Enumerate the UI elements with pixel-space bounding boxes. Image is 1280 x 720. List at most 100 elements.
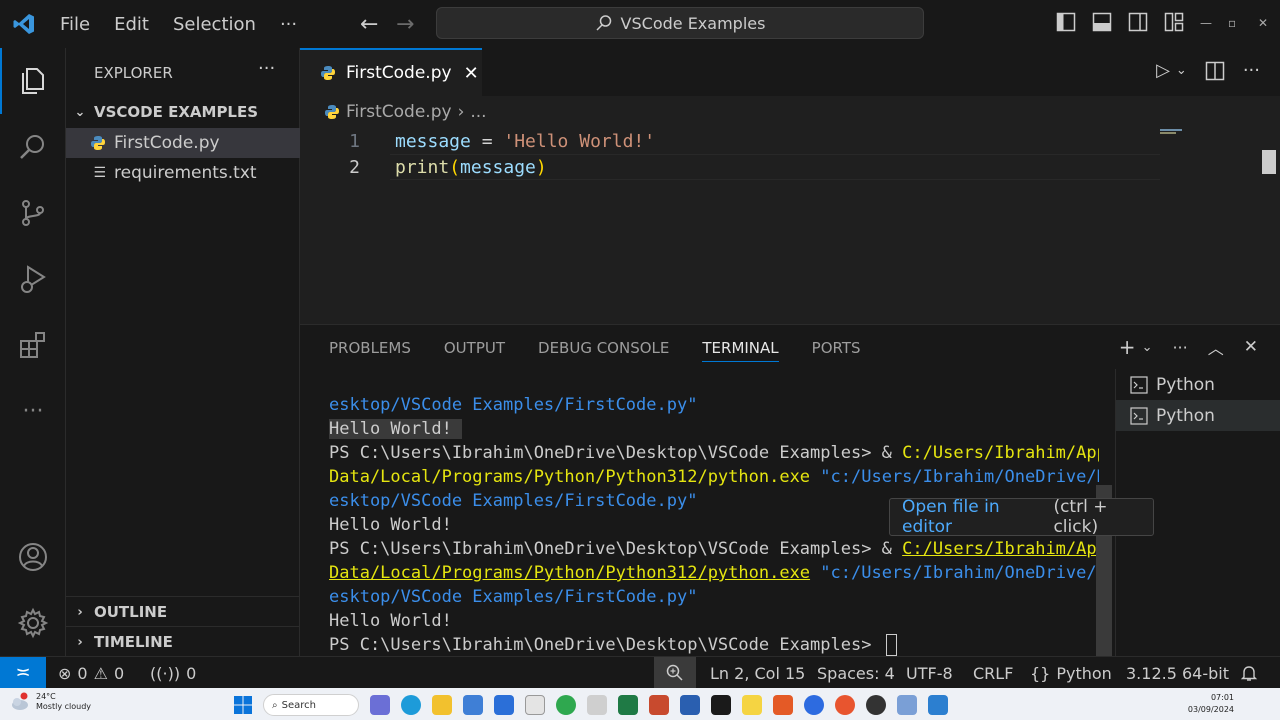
app-icon[interactable]	[866, 695, 886, 715]
line-text[interactable]: message = 'Hello World!'	[395, 131, 655, 152]
app-icon[interactable]	[587, 695, 607, 715]
zoom-app-icon[interactable]	[804, 695, 824, 715]
teams-icon[interactable]	[370, 695, 390, 715]
chevron-down-icon[interactable]: ⌄	[1142, 340, 1153, 355]
brave-icon[interactable]	[773, 695, 793, 715]
close-window-icon[interactable]: ✕	[1258, 16, 1268, 30]
editor-more-icon[interactable]: ···	[1243, 60, 1260, 81]
cursor-position[interactable]: Ln 2, Col 15	[710, 657, 805, 689]
tab-problems[interactable]: PROBLEMS	[329, 339, 411, 362]
maximize-panel-icon[interactable]: ︿	[1208, 335, 1224, 359]
tab-firstcode[interactable]: FirstCode.py ✕	[300, 48, 482, 96]
breadcrumb-file[interactable]: FirstCode.py	[346, 102, 452, 122]
excel-icon[interactable]	[618, 695, 638, 715]
tab-debug-console[interactable]: DEBUG CONSOLE	[538, 339, 669, 362]
code-line[interactable]: 2 print(message)	[300, 154, 1200, 180]
notifications-bell-icon[interactable]	[1240, 657, 1258, 689]
system-clock[interactable]: 07:01 03/09/2024	[1188, 692, 1234, 716]
panel-more-icon[interactable]: ···	[1172, 338, 1187, 357]
search-icon[interactable]	[0, 114, 66, 180]
minimize-icon[interactable]: —	[1200, 16, 1212, 30]
windows-start-icon[interactable]	[234, 696, 252, 714]
terminal-item[interactable]: Python	[1116, 400, 1280, 431]
ports-status[interactable]: ((·)) 0	[150, 657, 196, 689]
indentation[interactable]: Spaces: 4	[817, 657, 895, 689]
maximize-icon[interactable]: ▫	[1228, 16, 1236, 30]
weather-widget[interactable]: 24°C Mostly cloudy	[8, 691, 91, 713]
code-token: )	[535, 156, 547, 178]
problems-status[interactable]: ⊗ 0 ⚠ 0	[58, 657, 124, 689]
close-panel-icon[interactable]: ✕	[1244, 337, 1258, 357]
outline-header[interactable]: › OUTLINE	[66, 597, 300, 627]
tab-output[interactable]: OUTPUT	[444, 339, 505, 362]
vscode-taskbar-icon[interactable]	[928, 695, 948, 715]
menu-edit[interactable]: Edit	[102, 14, 161, 35]
file-item-requirements[interactable]: ☰ requirements.txt	[66, 158, 300, 188]
terminal-text[interactable]: "c:/Users/Ibrahim/OneDrive/D	[820, 563, 1099, 583]
extensions-icon[interactable]	[0, 312, 66, 378]
terminal-text[interactable]: C:/Users/Ibrahim/App	[902, 443, 1099, 463]
close-icon[interactable]: ✕	[464, 63, 479, 84]
source-control-icon[interactable]	[0, 180, 66, 246]
forward-arrow-icon[interactable]: →	[396, 12, 414, 37]
app-icon[interactable]	[897, 695, 917, 715]
explorer-more-button[interactable]: ···	[258, 58, 275, 79]
edge-icon[interactable]	[401, 695, 421, 715]
accounts-icon[interactable]	[0, 524, 66, 590]
toggle-secondary-sidebar-icon[interactable]	[1128, 12, 1148, 32]
breadcrumb-symbols[interactable]: ...	[470, 102, 486, 122]
tab-ports[interactable]: PORTS	[812, 339, 861, 362]
tooltip-link[interactable]: Open file in editor	[902, 497, 1048, 537]
terminal-item[interactable]: Python	[1116, 369, 1280, 400]
split-editor-icon[interactable]	[1205, 61, 1225, 81]
terminal-text[interactable]: C:/Users/Ibrahim/App	[902, 539, 1099, 559]
editor-scrollbar-thumb[interactable]	[1262, 150, 1276, 174]
terminal-text[interactable]: Data/Local/Programs/Python/Python312/pyt…	[329, 467, 810, 487]
more-views-icon[interactable]: ···	[0, 378, 66, 444]
menu-selection[interactable]: Selection	[161, 14, 268, 35]
remote-indicator-icon[interactable]: ≍	[0, 656, 46, 689]
toggle-panel-icon[interactable]	[1092, 12, 1112, 32]
language-mode[interactable]: {} Python	[1030, 657, 1112, 689]
vscode-logo-icon[interactable]	[0, 0, 48, 48]
run-file-icon[interactable]: ▷	[1156, 60, 1170, 81]
run-debug-icon[interactable]	[0, 246, 66, 312]
settings-gear-icon[interactable]	[0, 590, 66, 656]
command-center-search[interactable]: VSCode Examples	[436, 7, 924, 39]
folder-header[interactable]: ⌄ VSCODE EXAMPLES	[66, 97, 300, 127]
taskbar-search[interactable]: ⌕ Search	[263, 694, 359, 716]
code-editor[interactable]: 1 message = 'Hello World!' 2 print(messa…	[300, 128, 1280, 324]
timeline-header[interactable]: › TIMELINE	[66, 627, 300, 657]
tab-terminal[interactable]: TERMINAL	[702, 339, 779, 362]
xbox-icon[interactable]	[556, 695, 576, 715]
code-line[interactable]: 1 message = 'Hello World!'	[300, 128, 1200, 154]
app-icon[interactable]	[835, 695, 855, 715]
back-arrow-icon[interactable]: ←	[360, 12, 378, 37]
powerpoint-icon[interactable]	[649, 695, 669, 715]
minimap[interactable]	[1160, 128, 1210, 138]
encoding[interactable]: UTF-8	[906, 657, 953, 689]
terminal-text[interactable]: "c:/Users/Ibrahim/OneDrive/D	[820, 467, 1099, 487]
chevron-down-icon[interactable]: ⌄	[1176, 63, 1187, 78]
menu-more[interactable]: ···	[268, 14, 309, 35]
terminal-text[interactable]: Data/Local/Programs/Python/Python312/pyt…	[329, 563, 810, 583]
line-text[interactable]: print(message)	[395, 157, 547, 178]
braces-icon: {}	[1030, 663, 1051, 683]
taskbar-search-label: Search	[281, 699, 316, 711]
store-icon[interactable]	[463, 695, 483, 715]
file-explorer-icon[interactable]	[432, 695, 452, 715]
sticky-notes-icon[interactable]	[742, 695, 762, 715]
mail-icon[interactable]	[494, 695, 514, 715]
terminal-app-icon[interactable]	[711, 695, 731, 715]
explorer-icon[interactable]	[0, 48, 66, 114]
toggle-primary-sidebar-icon[interactable]	[1056, 12, 1076, 32]
file-item-firstcode[interactable]: FirstCode.py	[66, 128, 300, 158]
zoom-icon[interactable]	[666, 657, 684, 689]
python-interpreter[interactable]: 3.12.5 64-bit	[1126, 657, 1229, 689]
new-terminal-icon[interactable]: +	[1119, 335, 1136, 359]
end-of-line[interactable]: CRLF	[973, 657, 1013, 689]
app-icon[interactable]	[525, 695, 545, 715]
customize-layout-icon[interactable]	[1164, 12, 1184, 32]
menu-file[interactable]: File	[48, 14, 102, 35]
word-icon[interactable]	[680, 695, 700, 715]
